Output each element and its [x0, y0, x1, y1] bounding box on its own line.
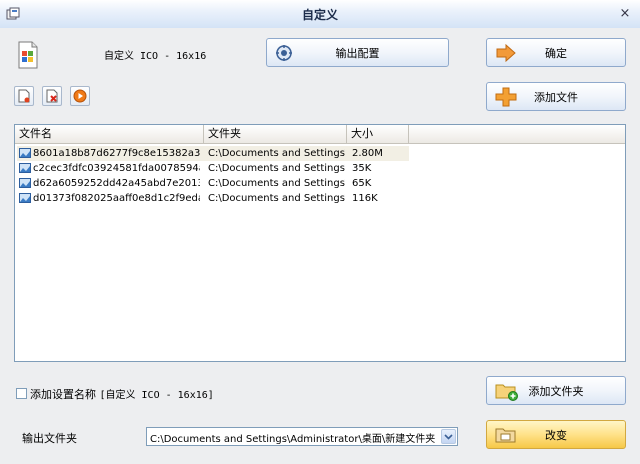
chevron-down-icon — [444, 433, 453, 440]
cell-filename: d01373f082025aaff0e8d1c2f9edab... — [33, 193, 200, 204]
cell-folder: C:\Documents and Settings\... — [208, 148, 345, 159]
table-row[interactable]: c2cec3fdfc03924581fda0078594a4... C:\Doc… — [17, 161, 409, 176]
add-file-label: 添加文件 — [534, 90, 578, 104]
column-header-filename[interactable]: 文件名 — [15, 125, 204, 143]
file-list-header: 文件名 文件夹 大小 — [15, 125, 625, 144]
start-button[interactable] — [70, 86, 90, 106]
add-setting-name-checkbox[interactable] — [16, 388, 27, 399]
add-folder-icon — [495, 384, 518, 401]
cell-filename: c2cec3fdfc03924581fda0078594a4... — [33, 163, 200, 174]
column-header-folder[interactable]: 文件夹 — [204, 125, 347, 143]
ok-label: 确定 — [545, 46, 567, 60]
cell-filename: d62a6059252dd42a45abd7e2013b5... — [33, 178, 200, 189]
change-button[interactable]: 改变 — [486, 420, 626, 449]
close-button[interactable]: × — [616, 6, 634, 24]
start-icon — [73, 89, 87, 103]
file-list[interactable]: 文件名 文件夹 大小 8601a18b87d6277f9c8e15382a381… — [14, 124, 626, 362]
ok-button[interactable]: 确定 — [486, 38, 626, 67]
cell-folder: C:\Documents and Settings\... — [208, 193, 345, 204]
change-label: 改变 — [545, 428, 567, 442]
title-bar[interactable]: 自定义 × — [0, 0, 640, 29]
add-setting-name-text: 添加设置名称 — [30, 388, 96, 401]
ico-file-icon — [18, 41, 38, 69]
cell-size: 2.80M — [352, 148, 383, 159]
dialog-window: 自定义 × 自定义 ICO - 16x16 输出配置 确定 添加文件 文件名 文… — [0, 0, 640, 464]
cell-filename: 8601a18b87d6277f9c8e15382a381... — [33, 148, 200, 159]
gear-icon — [276, 44, 292, 61]
add-setting-name-value: [自定义 ICO - 16x16] — [99, 390, 214, 401]
output-folder-select[interactable]: C:\Documents and Settings\Administrator\… — [146, 427, 458, 446]
image-file-icon — [19, 178, 31, 188]
export-config-button[interactable]: 输出配置 — [266, 38, 449, 67]
column-header-size[interactable]: 大小 — [347, 125, 409, 143]
window-title: 自定义 — [301, 8, 338, 22]
arrow-right-icon — [496, 43, 516, 62]
cell-size: 35K — [352, 163, 372, 174]
delete-button[interactable] — [42, 86, 62, 106]
output-folder-path: C:\Documents and Settings\Administrator\… — [150, 434, 436, 445]
cell-folder: C:\Documents and Settings\... — [208, 178, 345, 189]
cell-folder: C:\Documents and Settings\... — [208, 163, 345, 174]
add-folder-button[interactable]: 添加文件夹 — [486, 376, 626, 405]
table-row[interactable]: d01373f082025aaff0e8d1c2f9edab... C:\Doc… — [17, 191, 409, 206]
delete-icon — [46, 89, 58, 103]
add-file-button[interactable]: 添加文件 — [486, 82, 626, 111]
export-config-label: 输出配置 — [335, 46, 380, 60]
new-task-button[interactable] — [14, 86, 34, 106]
add-setting-name-label[interactable]: 添加设置名称 [自定义 ICO - 16x16] — [30, 386, 214, 402]
cell-size: 65K — [352, 178, 372, 189]
output-folder-label: 输出文件夹 — [22, 432, 77, 445]
new-task-icon — [18, 89, 30, 103]
cell-size: 116K — [352, 193, 378, 204]
folder-browse-icon — [495, 428, 516, 442]
dropdown-button[interactable] — [441, 429, 456, 444]
image-file-icon — [19, 193, 31, 203]
image-file-icon — [19, 163, 31, 173]
table-row[interactable]: d62a6059252dd42a45abd7e2013b5... C:\Docu… — [17, 176, 409, 191]
add-folder-label: 添加文件夹 — [528, 384, 584, 398]
plus-icon — [495, 87, 517, 106]
table-row[interactable]: 8601a18b87d6277f9c8e15382a381... C:\Docu… — [17, 146, 409, 161]
format-label: 自定义 ICO - 16x16 — [104, 51, 207, 62]
image-file-icon — [19, 148, 31, 158]
